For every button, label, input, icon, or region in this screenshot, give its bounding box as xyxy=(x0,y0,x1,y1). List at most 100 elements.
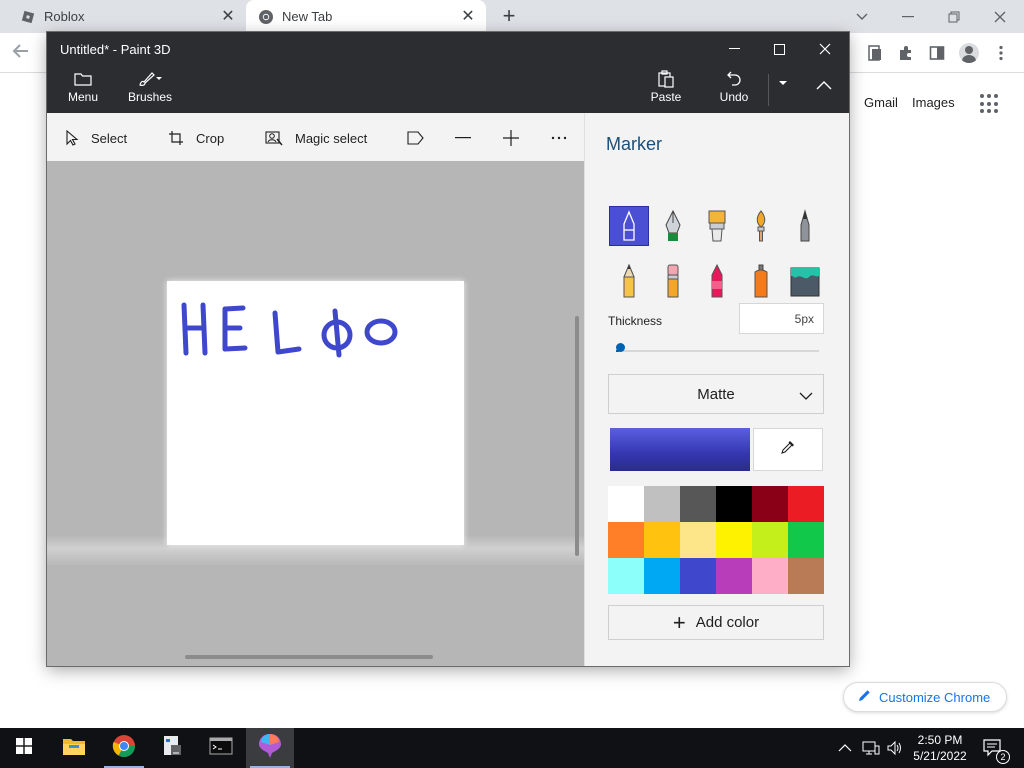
images-link[interactable]: Images xyxy=(912,95,955,110)
folder-icon xyxy=(74,68,92,90)
pixel-pen-icon[interactable] xyxy=(785,206,825,246)
taskbar-paint3d[interactable] xyxy=(246,728,294,768)
color-swatch[interactable] xyxy=(680,486,716,522)
zoom-in-icon[interactable] xyxy=(503,128,519,148)
finish-value: Matte xyxy=(697,385,735,403)
color-swatch[interactable] xyxy=(788,522,824,558)
taskbar-file-explorer[interactable] xyxy=(50,728,98,768)
add-color-label: Add color xyxy=(695,614,760,631)
undo-label: Undo xyxy=(719,90,749,104)
pencil-icon[interactable] xyxy=(609,261,649,301)
tab-new-tab[interactable]: New Tab ✕ xyxy=(246,0,486,33)
color-swatch[interactable] xyxy=(788,486,824,522)
volume-icon[interactable] xyxy=(886,728,904,768)
select-tool[interactable]: Select xyxy=(65,128,127,148)
color-swatch[interactable] xyxy=(644,486,680,522)
marker-icon[interactable] xyxy=(609,206,649,246)
color-swatch[interactable] xyxy=(608,522,644,558)
color-swatch[interactable] xyxy=(608,558,644,594)
calligraphy-pen-icon[interactable] xyxy=(653,206,693,246)
folder-icon xyxy=(62,736,86,761)
magic-select-icon xyxy=(265,130,283,146)
horizontal-scrollbar[interactable] xyxy=(185,655,433,659)
system-clock[interactable]: 2:50 PM 5/21/2022 xyxy=(907,732,973,764)
color-swatch[interactable] xyxy=(644,522,680,558)
color-swatch[interactable] xyxy=(716,522,752,558)
maximize-icon[interactable] xyxy=(756,32,802,66)
crop-tool[interactable]: Crop xyxy=(168,128,224,148)
media-icon[interactable] xyxy=(865,43,885,63)
oil-brush-icon[interactable] xyxy=(697,206,737,246)
eraser-icon[interactable] xyxy=(653,261,693,301)
add-color-button[interactable]: + Add color xyxy=(608,605,824,640)
finish-dropdown[interactable]: Matte xyxy=(608,374,824,414)
minimize-icon[interactable] xyxy=(885,0,931,33)
color-swatch[interactable] xyxy=(752,486,788,522)
zoom-out-icon[interactable] xyxy=(455,128,471,148)
chrome-icon xyxy=(258,9,274,25)
color-swatch[interactable] xyxy=(608,486,644,522)
watercolor-icon[interactable] xyxy=(741,206,781,246)
brushes-button[interactable]: Brushes xyxy=(128,68,172,110)
start-button[interactable] xyxy=(0,728,48,768)
close-icon[interactable] xyxy=(802,32,848,66)
more-options-icon[interactable] xyxy=(551,128,567,148)
taskbar-chrome[interactable] xyxy=(100,728,148,768)
canvas-area[interactable] xyxy=(47,161,584,666)
profile-avatar-icon[interactable] xyxy=(959,43,979,63)
restore-icon[interactable] xyxy=(931,0,977,33)
tab-search-icon[interactable] xyxy=(839,0,885,33)
taskbar-roblox-studio[interactable] xyxy=(148,728,196,768)
paste-button[interactable]: Paste xyxy=(649,68,683,110)
menu-button[interactable]: Menu xyxy=(65,68,101,110)
eyedropper-icon xyxy=(780,439,796,460)
color-swatch[interactable] xyxy=(716,486,752,522)
crayon-icon[interactable] xyxy=(697,261,737,301)
close-tab-icon[interactable]: ✕ xyxy=(220,9,236,25)
side-panel-icon[interactable] xyxy=(927,43,947,63)
thickness-input[interactable]: 5px xyxy=(739,303,824,334)
google-apps-icon[interactable] xyxy=(980,94,1000,114)
color-swatch[interactable] xyxy=(716,558,752,594)
color-swatch[interactable] xyxy=(680,522,716,558)
undo-button[interactable]: Undo xyxy=(717,68,751,110)
minimize-icon[interactable] xyxy=(711,32,757,66)
notification-center-icon[interactable]: 2 xyxy=(983,728,1010,768)
magic-select-label: Magic select xyxy=(295,130,368,146)
color-swatch[interactable] xyxy=(644,558,680,594)
selection-toolbar: Select Crop Magic select xyxy=(47,113,584,161)
taskbar-terminal[interactable] xyxy=(197,728,245,768)
tab-label: New Tab xyxy=(282,9,333,24)
eyedropper-button[interactable] xyxy=(753,428,823,471)
more-menu-icon[interactable] xyxy=(991,43,1011,63)
vertical-scrollbar[interactable] xyxy=(575,316,579,556)
close-tab-icon[interactable]: ✕ xyxy=(460,9,476,25)
color-swatch[interactable] xyxy=(680,558,716,594)
thickness-slider-thumb[interactable] xyxy=(616,343,625,352)
color-swatch[interactable] xyxy=(752,522,788,558)
show-hidden-icons[interactable] xyxy=(838,728,852,768)
color-swatch[interactable] xyxy=(752,558,788,594)
thickness-label: Thickness xyxy=(608,314,663,328)
customize-chrome-button[interactable]: Customize Chrome xyxy=(843,682,1007,712)
network-icon[interactable] xyxy=(862,728,880,768)
brush-side-panel: Marker Thickness 5px Matte + Add color xyxy=(584,113,849,666)
current-color-swatch[interactable] xyxy=(610,428,750,471)
drawing-canvas[interactable] xyxy=(167,281,464,545)
new-tab-icon[interactable]: + xyxy=(498,5,520,27)
thickness-slider-track[interactable] xyxy=(616,350,819,352)
paste-icon xyxy=(658,68,674,90)
fill-icon[interactable] xyxy=(785,261,825,301)
color-swatch[interactable] xyxy=(788,558,824,594)
flag-icon[interactable] xyxy=(407,128,425,148)
brush-icon xyxy=(137,68,163,90)
tab-roblox[interactable]: Roblox ✕ xyxy=(8,0,246,33)
paint3d-window: Untitled* - Paint 3D Menu Brushes Paste … xyxy=(47,32,849,666)
extensions-icon[interactable] xyxy=(896,43,916,63)
cursor-icon xyxy=(65,130,79,146)
magic-select-tool[interactable]: Magic select xyxy=(265,128,367,148)
close-icon[interactable] xyxy=(977,0,1023,33)
spray-can-icon[interactable] xyxy=(741,261,781,301)
gmail-link[interactable]: Gmail xyxy=(864,95,898,110)
back-arrow-icon[interactable] xyxy=(12,42,30,66)
